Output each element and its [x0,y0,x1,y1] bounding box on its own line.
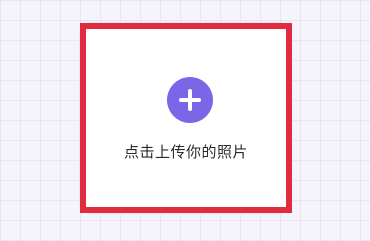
plus-icon[interactable] [167,77,213,123]
upload-label: 点击上传你的照片 [123,143,248,161]
upload-photo-button[interactable]: 点击上传你的照片 [80,23,292,213]
page-background: { "upload": { "label": "点击上传你的照片", "icon… [0,0,370,241]
